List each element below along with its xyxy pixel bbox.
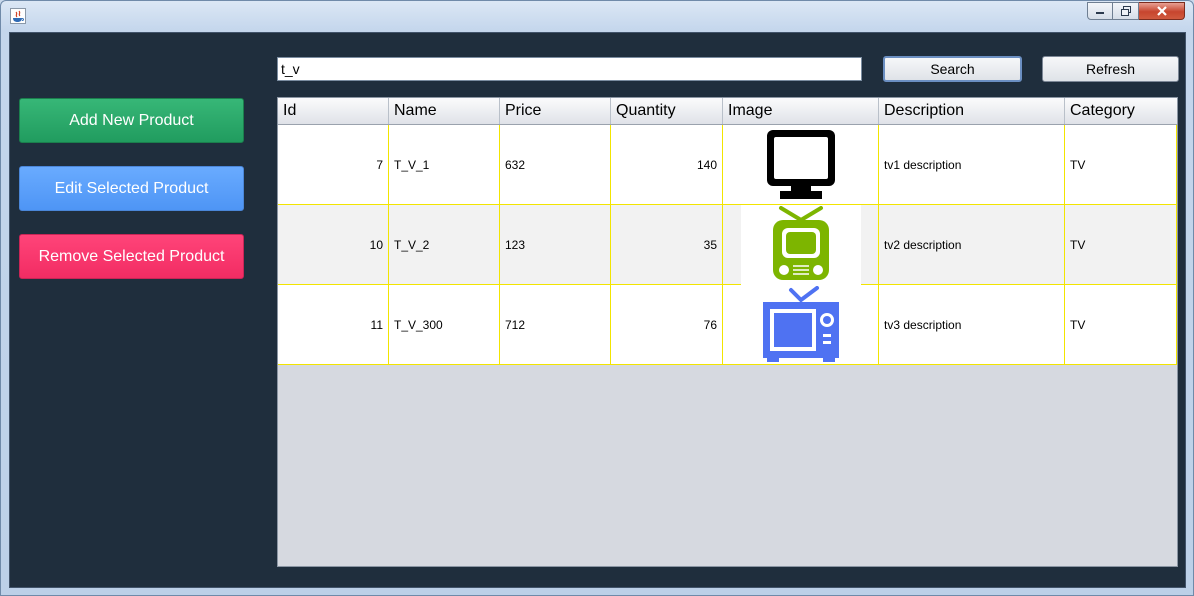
- tv-antenna-icon: [762, 285, 839, 362]
- column-header-quantity[interactable]: Quantity: [611, 98, 723, 124]
- cell-image: [723, 125, 879, 205]
- refresh-button[interactable]: Refresh: [1042, 56, 1179, 82]
- cell-price: 632: [500, 125, 611, 205]
- title-bar: [1, 1, 1193, 31]
- column-header-name[interactable]: Name: [389, 98, 500, 124]
- search-input[interactable]: [277, 57, 862, 81]
- table-row[interactable]: 7 T_V_1 632 140 tv1 description TV: [278, 125, 1177, 205]
- close-button[interactable]: [1139, 2, 1185, 20]
- cell-id: 7: [278, 125, 389, 205]
- window-controls: [1087, 2, 1185, 20]
- cell-quantity: 140: [611, 125, 723, 205]
- java-app-icon[interactable]: [10, 8, 26, 24]
- edit-product-button[interactable]: Edit Selected Product: [19, 166, 244, 211]
- restore-icon: [1120, 6, 1131, 16]
- restore-button[interactable]: [1113, 2, 1139, 20]
- cell-category: TV: [1065, 285, 1177, 365]
- cell-description: tv3 description: [879, 285, 1065, 365]
- search-button[interactable]: Search: [883, 56, 1022, 82]
- add-product-button[interactable]: Add New Product: [19, 98, 244, 143]
- cell-description: tv2 description: [879, 205, 1065, 285]
- cell-quantity: 35: [611, 205, 723, 285]
- cell-quantity: 76: [611, 285, 723, 365]
- remove-product-button[interactable]: Remove Selected Product: [19, 234, 244, 279]
- products-table: Id Name Price Quantity Image Description…: [277, 97, 1178, 567]
- table-header: Id Name Price Quantity Image Description…: [278, 98, 1177, 125]
- cell-price: 123: [500, 205, 611, 285]
- monitor-icon: [766, 129, 835, 199]
- column-header-price[interactable]: Price: [500, 98, 611, 124]
- cell-name: T_V_1: [389, 125, 500, 205]
- cell-name: T_V_300: [389, 285, 500, 365]
- cell-id: 10: [278, 205, 389, 285]
- column-header-category[interactable]: Category: [1065, 98, 1177, 124]
- cell-image: [723, 204, 879, 285]
- minimize-button[interactable]: [1087, 2, 1113, 20]
- table-row[interactable]: 10 T_V_2 123 35 tv2 description TV: [278, 204, 1177, 285]
- main-content: Add New Product Edit Selected Product Re…: [9, 32, 1186, 588]
- cell-id: 11: [278, 285, 389, 365]
- close-icon: [1156, 6, 1167, 16]
- app-window: Add New Product Edit Selected Product Re…: [0, 0, 1194, 596]
- column-header-description[interactable]: Description: [879, 98, 1065, 124]
- column-header-image[interactable]: Image: [723, 98, 879, 124]
- retro-tv-icon: [772, 205, 829, 280]
- cell-description: tv1 description: [879, 125, 1065, 205]
- cell-category: TV: [1065, 205, 1177, 285]
- table-body: 7 T_V_1 632 140 tv1 description TV 10 T_…: [278, 125, 1177, 365]
- cell-image: [723, 285, 879, 365]
- cell-category: TV: [1065, 125, 1177, 205]
- column-header-id[interactable]: Id: [278, 98, 389, 124]
- cell-name: T_V_2: [389, 205, 500, 285]
- table-row[interactable]: 11 T_V_300 712 76 tv3 description TV: [278, 285, 1177, 365]
- minimize-icon: [1096, 12, 1104, 14]
- cell-price: 712: [500, 285, 611, 365]
